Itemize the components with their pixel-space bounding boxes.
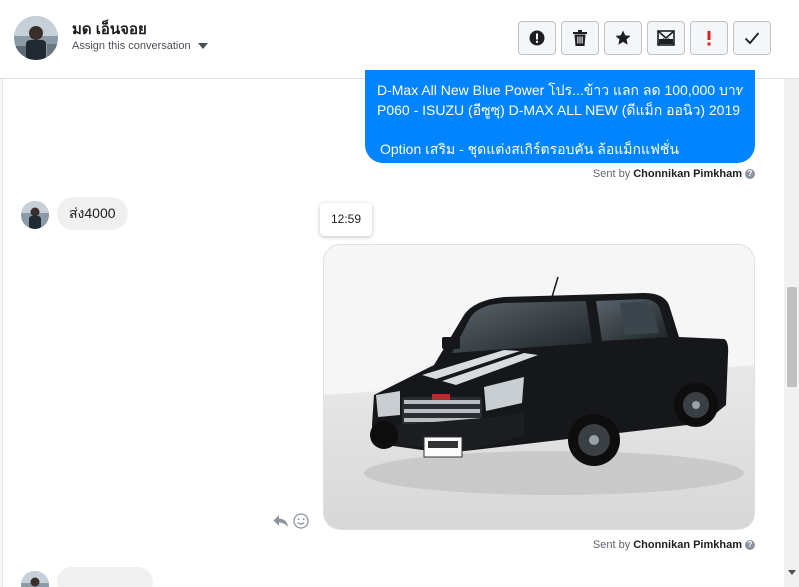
- important-icon: [707, 31, 711, 46]
- help-icon[interactable]: ?: [745, 169, 755, 179]
- mark-spam-button[interactable]: [518, 21, 556, 55]
- scroll-down-icon[interactable]: [788, 570, 796, 575]
- avatar-image: [21, 571, 49, 587]
- sent-by-label: Sent by Chonnikan Pimkham ?: [593, 168, 755, 180]
- message-line: Option เสริม - ชุดแต่งสเกิร์ตรอบคัน ล้อแ…: [380, 141, 679, 157]
- sent-by-author[interactable]: Chonnikan Pimkham: [633, 168, 742, 180]
- avatar[interactable]: [21, 571, 49, 587]
- spam-icon: [529, 30, 545, 46]
- inbox-conversation: มด เอ็นจอย Assign this conversation D-Ma…: [0, 0, 799, 587]
- scrollbar[interactable]: [784, 79, 799, 587]
- mark-unread-button[interactable]: [647, 21, 685, 55]
- sent-by-label: Sent by Chonnikan Pimkham ?: [593, 539, 755, 551]
- avatar[interactable]: [14, 16, 58, 60]
- important-button[interactable]: [690, 21, 728, 55]
- caret-down-icon: [197, 43, 208, 49]
- sent-by-author[interactable]: Chonnikan Pimkham: [633, 539, 742, 551]
- mark-done-button[interactable]: [733, 21, 771, 55]
- message-line: P060 - ISUZU (อีซูซุ) D-MAX ALL NEW (ดีแ…: [377, 102, 741, 118]
- conversation-toolbar: [518, 21, 771, 55]
- sent-by-prefix: Sent by: [592, 168, 631, 180]
- image-attachment[interactable]: [323, 244, 755, 530]
- check-icon: [744, 32, 760, 45]
- emoji-reaction-icon[interactable]: [293, 513, 309, 529]
- left-divider: [0, 79, 3, 587]
- star-icon: [615, 30, 631, 45]
- mark-unread-icon: [657, 30, 675, 46]
- contact-name: มด เอ็นจอย: [72, 21, 147, 38]
- assign-conversation-dropdown[interactable]: Assign this conversation: [72, 40, 208, 52]
- reply-icon[interactable]: [273, 514, 289, 528]
- avatar[interactable]: [21, 201, 49, 229]
- incoming-message-bubble[interactable]: [57, 567, 153, 587]
- outgoing-message-bubble[interactable]: D-Max All New Blue Power โปร...ข้าว แลก …: [365, 70, 755, 163]
- timestamp-tooltip: 12:59: [320, 203, 372, 236]
- star-button[interactable]: [604, 21, 642, 55]
- car-photo: [324, 245, 754, 529]
- incoming-message-bubble[interactable]: ส่ง4000: [57, 197, 128, 230]
- avatar-image: [21, 201, 49, 229]
- scrollbar-thumb[interactable]: [787, 287, 797, 387]
- avatar-image: [14, 16, 58, 60]
- help-icon[interactable]: ?: [745, 540, 755, 550]
- message-actions: [273, 513, 309, 529]
- conversation-header: มด เอ็นจอย Assign this conversation: [0, 0, 799, 79]
- message-line: D-Max All New Blue Power โปร...ข้าว แลก …: [377, 82, 743, 98]
- sent-by-prefix: Sent by: [592, 539, 631, 551]
- assign-label: Assign this conversation: [72, 40, 191, 52]
- delete-button[interactable]: [561, 21, 599, 55]
- trash-icon: [573, 30, 587, 46]
